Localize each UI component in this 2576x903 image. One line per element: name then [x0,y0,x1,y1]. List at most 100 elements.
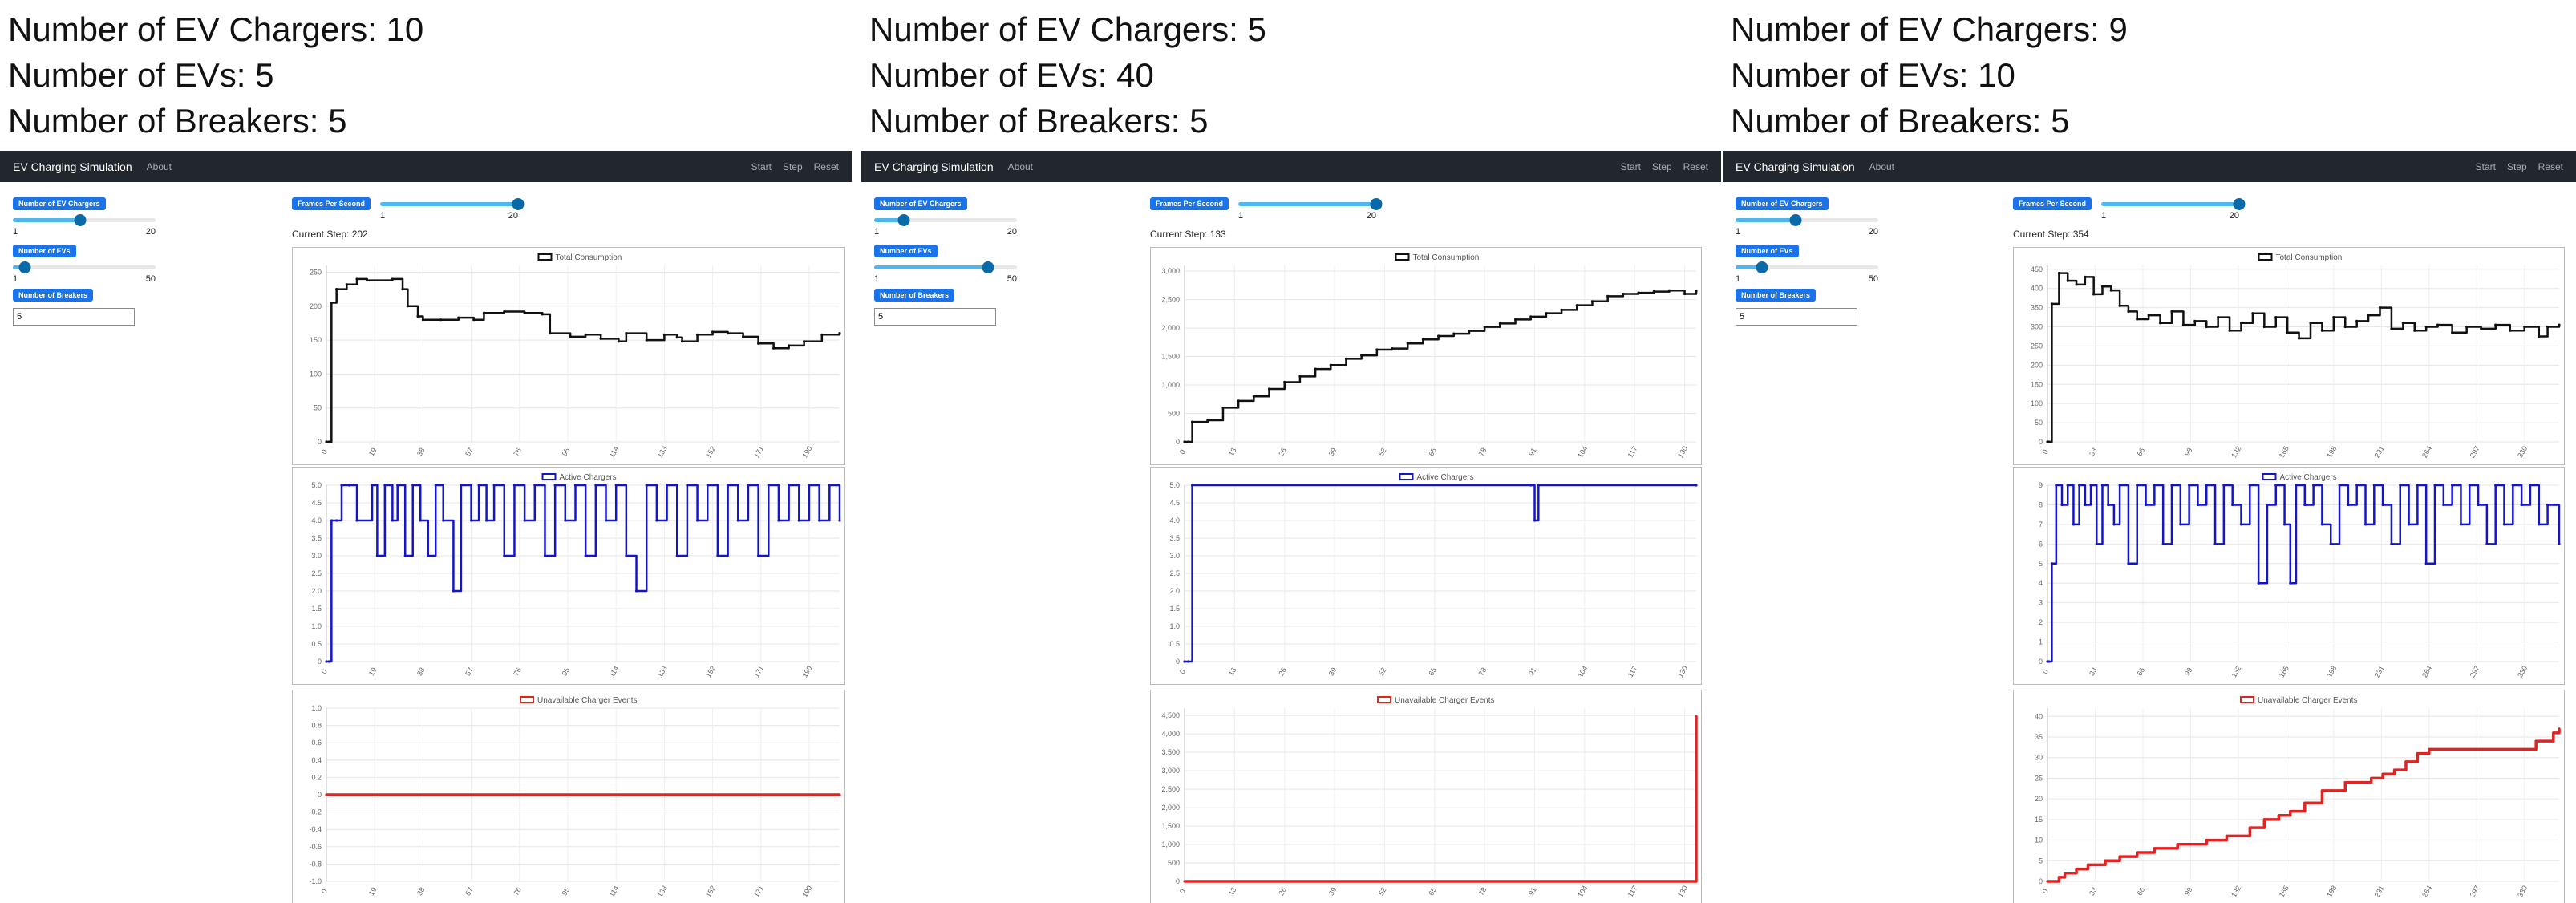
series-line [1185,716,1698,883]
breakers-input[interactable] [874,308,996,326]
ev-chargers-slider[interactable] [1736,213,1878,226]
legend-swatch[interactable] [2240,696,2254,703]
legend-swatch[interactable] [520,696,534,703]
step-button[interactable]: Step [783,161,803,172]
slider-fill [1736,218,1796,222]
data-point [2055,484,2058,487]
y-tick-label: -0.2 [309,808,322,816]
data-point [472,318,476,322]
breakers-input[interactable] [13,308,135,326]
y-tick-label: 250 [2031,342,2043,350]
reset-button[interactable]: Reset [814,161,839,172]
line-chart: 0 50 100 150 200 250 300 350 400 450 0 33 66 99 132 165… [2031,253,2561,460]
y-tick-label: 1.5 [311,605,322,613]
breakers-input[interactable] [1736,308,1857,326]
slider-thumb[interactable] [1370,198,1383,210]
slider-thumb[interactable] [2233,198,2246,210]
slider-thumb[interactable] [1789,214,1802,226]
legend-swatch[interactable] [1399,473,1414,480]
evs-slider[interactable] [874,261,1017,273]
navbar-brand[interactable]: EV Charging Simulation [1736,160,1855,173]
slider-thumb[interactable] [1756,261,1768,273]
step-button[interactable]: Step [2507,161,2527,172]
data-point [2251,312,2254,315]
data-point [2100,484,2104,487]
legend-label[interactable]: Unavailable Charger Events [537,696,638,705]
x-tick-label: 13 [1227,666,1238,678]
data-point [2343,325,2347,329]
slider-track[interactable] [13,265,156,269]
data-point [2057,876,2061,879]
legend-swatch[interactable] [1395,253,1410,261]
navbar-brand[interactable]: EV Charging Simulation [874,160,994,173]
evs-slider[interactable] [1736,261,1878,273]
x-tick-label: 91 [1527,447,1538,458]
data-point [820,333,824,336]
legend-label[interactable]: Total Consumption [556,253,622,262]
start-button[interactable]: Start [1621,161,1641,172]
legend-swatch[interactable] [537,253,553,261]
evs-slider[interactable] [13,261,156,273]
slider-thumb[interactable] [74,214,87,226]
legend-label[interactable]: Total Consumption [1413,253,1480,262]
caption-evs: Number of EVs: 10 [1731,56,2015,94]
data-point [2465,325,2469,329]
caption-breakers: Number of Breakers: 5 [1731,102,2070,140]
legend-label[interactable]: Active Chargers [2280,473,2337,482]
x-tick-label: 190 [800,884,813,898]
range-max: 20 [1007,227,1017,237]
slider-thumb[interactable] [512,198,525,210]
ev-chargers-slider[interactable] [874,213,1017,226]
data-point [2118,855,2121,858]
reset-button[interactable]: Reset [1683,161,1708,172]
legend-swatch[interactable] [1377,696,1391,703]
slider-thumb[interactable] [18,261,31,273]
data-point [2363,523,2367,526]
fps-label: Frames Per Second [1150,197,1229,210]
legend-swatch[interactable] [541,473,557,480]
fps-slider[interactable] [380,197,525,210]
nav-about-link[interactable]: About [147,161,172,172]
legend-swatch[interactable] [2258,253,2273,261]
legend-label[interactable]: Active Chargers [1417,473,1474,482]
line-chart: 0 5 10 15 20 25 30 35 40 0 33 66 99 132 165 198 231 264 29… [2035,696,2561,899]
y-tick-label: 35 [2035,733,2043,741]
range-min: 1 [1736,227,1741,237]
start-button[interactable]: Start [751,161,772,172]
data-point [2262,325,2266,329]
range-max: 50 [145,274,156,284]
data-point [757,554,760,557]
fps-slider[interactable] [1238,197,1383,210]
data-point [375,554,379,557]
x-tick-label: 330 [2516,444,2529,459]
y-tick-label: 2.0 [311,587,322,595]
slider-thumb[interactable] [897,214,910,226]
data-point [2546,325,2550,329]
legend-label[interactable]: Unavailable Charger Events [2258,696,2358,705]
data-point [2413,329,2416,332]
legend-label[interactable]: Unavailable Charger Events [1395,696,1495,705]
fps-slider-wrap: 1 20 [1238,194,1383,222]
legend-swatch[interactable] [2262,473,2277,480]
data-point [1683,292,1687,296]
slider-thumb[interactable] [982,261,994,273]
unavailable-events-chart: 0 5 10 15 20 25 30 35 40 0 33 66 99 132 165 198 231 264 29… [2013,690,2565,903]
fps-row: Frames Per Second 1 20 [292,197,533,222]
legend-label[interactable]: Active Chargers [560,473,617,482]
reset-button[interactable]: Reset [2538,161,2563,172]
y-tick-label: 3.0 [1169,552,1180,560]
nav-about-link[interactable]: About [1869,161,1894,172]
y-tick-label: 5 [2039,856,2043,865]
step-button[interactable]: Step [1652,161,1672,172]
fps-slider[interactable] [2101,197,2246,210]
start-button[interactable]: Start [2476,161,2496,172]
y-tick-label: 1 [2039,638,2043,646]
x-tick-label: 114 [608,445,621,459]
range-max: 20 [1366,211,1377,221]
data-point [2355,780,2359,784]
nav-about-link[interactable]: About [1008,161,1033,172]
legend-label[interactable]: Total Consumption [2276,253,2343,262]
navbar-brand[interactable]: EV Charging Simulation [13,160,132,173]
line-chart: -1.0 -0.8 -0.6 -0.4 -0.2 0 0.2 0.4 0.6 0.8 1.0 0 19 3… [309,696,841,899]
ev-chargers-slider[interactable] [13,213,156,226]
